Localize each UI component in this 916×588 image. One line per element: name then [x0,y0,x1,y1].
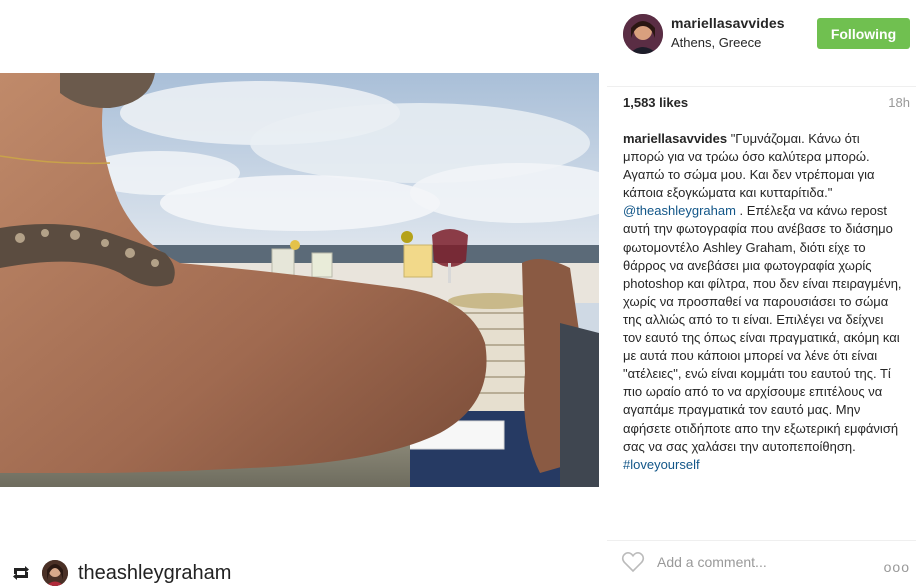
caption-mention-link[interactable]: @theashleygraham [623,203,736,218]
location-link[interactable]: Athens, Greece [671,35,761,50]
more-options-icon[interactable]: ooo [884,559,910,575]
likes-row: 1,583 likes 18h [607,86,916,116]
username-link[interactable]: mariellasavvides [671,15,785,31]
heart-outline-icon[interactable] [621,551,645,573]
repost-user-avatar[interactable] [42,560,68,586]
repost-icon [13,566,29,580]
post-details-panel: mariellasavvides Athens, Greece Followin… [607,0,916,588]
beach-photo-image [0,73,599,487]
caption-hashtag-link[interactable]: #loveyourself [623,457,700,472]
likes-count[interactable]: 1,583 likes [623,95,688,110]
post-caption: mariellasavvides "Γυμνάζομαι. Κάνω ότι μ… [623,130,903,474]
post-photo[interactable] [0,73,599,487]
user-avatar[interactable] [623,14,663,54]
caption-text-part2: . Επέλεξα να κάνω repost αυτή την φωτογρ… [623,203,902,454]
add-comment-input[interactable] [657,551,857,573]
repost-credit: theashleygraham [0,558,260,588]
post-timestamp: 18h [888,95,910,110]
comment-row: ooo [607,540,916,584]
following-button[interactable]: Following [817,18,910,49]
caption-username[interactable]: mariellasavvides [623,131,727,146]
repost-username[interactable]: theashleygraham [78,562,231,585]
post-header: mariellasavvides Athens, Greece Followin… [607,0,916,70]
